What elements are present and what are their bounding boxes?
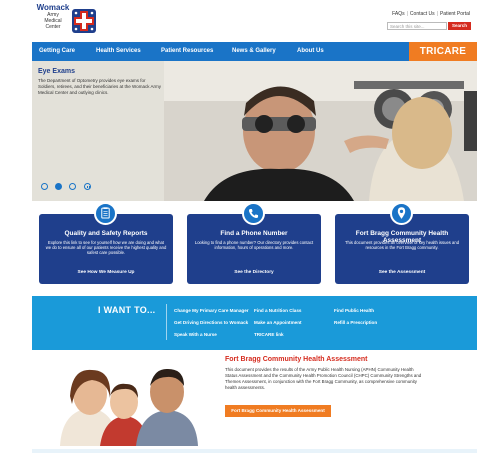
carousel-dot-3[interactable] [69,183,76,190]
family-photo [50,356,200,446]
nav-news-gallery[interactable]: News & Gallery [232,42,276,61]
want-link[interactable]: TRICARE link [254,332,284,337]
carousel-dot-1[interactable] [41,183,48,190]
card-phone-number[interactable]: Find a Phone Number Looking to find a ph… [187,202,321,284]
eye-exam-photo [164,61,477,201]
card-title: Find a Phone Number [220,230,288,237]
i-want-to-panel: I WANT TO... Change My Primary Care Mana… [32,296,477,350]
utility-links: FAQs | Contact Us | Patient Portal [392,11,470,17]
carousel-pause-icon[interactable] [84,183,91,190]
patient-portal-link[interactable]: Patient Portal [440,11,470,17]
want-link[interactable]: Make an Appointment [254,320,302,325]
search-input[interactable]: Search this site... [387,22,447,30]
location-pin-icon [390,202,413,225]
card-link[interactable]: See How We Measure Up [43,270,169,275]
want-link[interactable]: Get Driving Directions to Womack [174,320,248,325]
hero-description: The Department of Optometry provides eye… [38,78,161,95]
nav-patient-resources[interactable]: Patient Resources [161,42,213,61]
site-logo[interactable]: Womack Army Medical Center [36,4,100,40]
want-link[interactable]: Change My Primary Care Manager [174,308,249,313]
page: Womack Army Medical Center FAQs | Contact … [32,0,477,453]
footer-strip [32,449,477,453]
want-link[interactable]: Find Public Health [334,308,374,313]
want-link[interactable]: Refill a Prescription [334,320,377,325]
nav-health-services[interactable]: Health Services [96,42,141,61]
feature-button[interactable]: Fort Bragg Community Health Assessment [225,405,331,417]
card-link[interactable]: See the Directory [191,270,317,275]
medical-cross-emblem-icon [72,9,96,33]
card-quality-safety[interactable]: Quality and Safety Reports Explore this … [39,202,173,284]
card-title: Quality and Safety Reports [64,230,148,237]
card-description: This document provides an overview of ke… [344,240,460,251]
want-link[interactable]: Speak With a Nurse [174,332,217,337]
clipboard-icon [94,202,117,225]
logo-name: Womack [36,3,70,12]
carousel-dot-2[interactable] [55,183,62,190]
hero-carousel: Eye Exams The Department of Optometry pr… [32,61,477,201]
contact-us-link[interactable]: Contact Us [410,11,435,17]
card-description: Explore this link to see for yourself ho… [45,240,167,256]
hero-caption: Eye Exams The Department of Optometry pr… [32,61,164,201]
feature-title[interactable]: Fort Bragg Community Health Assessment [225,356,368,363]
header: Womack Army Medical Center FAQs | Contact … [32,0,477,42]
faqs-link[interactable]: FAQs [392,11,405,17]
card-link[interactable]: See the Assessment [339,270,465,275]
main-nav: Getting Care Health Services Patient Res… [32,42,477,61]
search-button[interactable]: Search [448,22,471,30]
nav-getting-care[interactable]: Getting Care [39,42,75,61]
feature-section: Fort Bragg Community Health Assessment T… [32,350,477,453]
tricare-button[interactable]: TRICARE [409,42,477,61]
want-link[interactable]: Find a Nutrition Class [254,308,301,313]
card-description: Looking to find a phone number? Our dire… [194,240,314,251]
hero-title[interactable]: Eye Exams [38,68,75,75]
feature-description: This document provides the results of th… [225,367,422,390]
i-want-to-heading: I WANT TO... [98,305,156,315]
phone-icon [242,202,265,225]
divider [166,304,167,340]
logo-sub-3: Center [45,24,61,30]
card-health-assessment[interactable]: Fort Bragg Community Health Assessment T… [335,202,469,284]
nav-about-us[interactable]: About Us [297,42,324,61]
